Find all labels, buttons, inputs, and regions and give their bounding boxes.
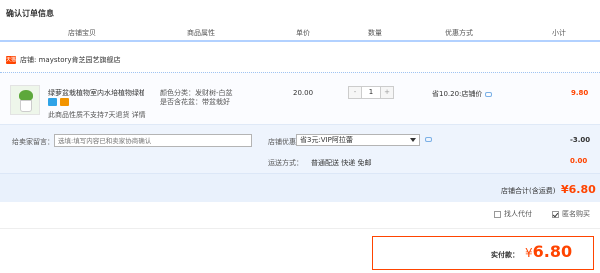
discount-text: 省10.20:店铺价 (432, 90, 483, 98)
order-item-row: 绿萝盆栽植物室内水培植物绿植… 此商品性质不支持7天退货 详情 颜色分类：发财树… (0, 72, 600, 124)
shop-header: 天猫 店铺: maystory肯芝园艺旗舰店 (6, 55, 121, 65)
product-name-link[interactable]: 绿萝盆栽植物室内水培植物绿植… (48, 88, 144, 98)
chat-icon[interactable] (485, 91, 493, 97)
checkbox-unchecked-icon[interactable] (494, 210, 501, 218)
agent-pay-checkbox[interactable]: 找人代付 (494, 209, 532, 219)
page-title: 确认订单信息 (6, 9, 54, 18)
checkbox-checked-icon[interactable] (552, 210, 559, 218)
shop-total-row: 店铺合计(含运费) ¥6.80 (0, 173, 600, 202)
col-product: 店铺宝贝 (68, 29, 96, 37)
pay-label: 实付款： (491, 251, 519, 259)
plant-pot-shape (20, 100, 32, 112)
shipping-label: 运送方式： (268, 159, 303, 167)
anonymous-purchase-checkbox[interactable]: 匿名购买 (552, 209, 590, 219)
qty-input[interactable]: 1 (361, 87, 381, 98)
guarantee-badge-icon[interactable] (48, 98, 57, 106)
shop-discount-value: 省3元:VIP阿拉蕾 (300, 136, 353, 144)
col-discount: 优惠方式 (445, 29, 473, 37)
payment-summary-box: 实付款： ¥6.80 (372, 236, 594, 270)
shop-discount-select[interactable]: 省3元:VIP阿拉蕾 (296, 134, 420, 146)
qty-minus-button[interactable]: - (349, 87, 361, 98)
column-header-row: 店铺宝贝 商品属性 单价 数量 优惠方式 小计 (0, 20, 600, 42)
item-subtotal: 9.80 (571, 89, 589, 97)
chat-icon[interactable] (425, 137, 432, 142)
shipping-amount: 0.00 (570, 157, 588, 165)
service-badges (48, 98, 69, 106)
quantity-stepper: - 1 + (348, 86, 394, 99)
pay-amount-value: 6.80 (532, 242, 573, 261)
shipping-method: 普通配送 快递 免邮 (311, 159, 372, 167)
agent-pay-label: 找人代付 (504, 210, 532, 218)
item-discount: 省10.20:店铺价 (432, 89, 493, 99)
divider (0, 228, 600, 229)
col-subtotal: 小计 (552, 29, 566, 37)
attr-pot: 是否含花盆：带盆栽好 (160, 98, 230, 106)
shop-total-label: 店铺合计(含运费) (501, 187, 556, 195)
message-label: 给卖家留言： (12, 138, 54, 146)
tmall-icon: 天猫 (6, 56, 17, 64)
anonymous-label: 匿名购买 (562, 210, 590, 218)
col-unit-price: 单价 (296, 29, 310, 37)
shop-name-link[interactable]: 店铺: maystory肯芝园艺旗舰店 (20, 55, 121, 65)
shop-total-value: ¥6.80 (561, 183, 596, 196)
col-quantity: 数量 (368, 29, 382, 37)
shop-discount-amount: -3.00 (570, 136, 591, 144)
unit-price: 20.00 (293, 89, 314, 97)
pay-amount: ¥6.80 (525, 242, 572, 261)
credit-card-badge-icon[interactable] (60, 98, 69, 106)
currency-symbol: ¥ (525, 246, 533, 260)
product-thumbnail[interactable] (10, 85, 40, 115)
return-policy-notice[interactable]: 此商品性质不支持7天退货 详情 (48, 110, 146, 120)
chevron-down-icon (410, 138, 416, 142)
seller-message-input[interactable] (54, 134, 252, 147)
qty-plus-button[interactable]: + (381, 87, 393, 98)
col-attributes: 商品属性 (187, 29, 215, 37)
